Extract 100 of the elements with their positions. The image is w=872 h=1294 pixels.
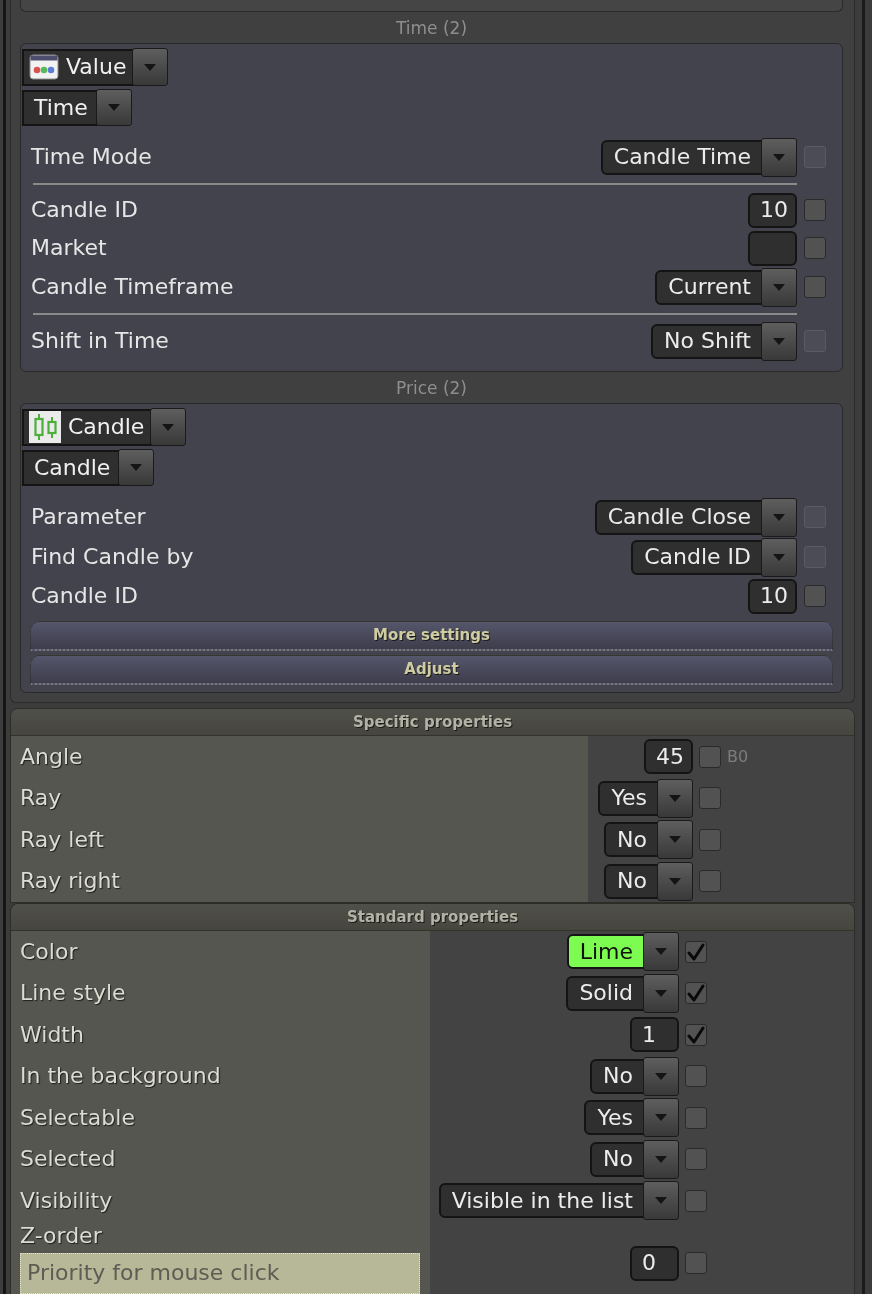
caret-icon (669, 836, 681, 844)
dropdown-button[interactable] (761, 267, 797, 307)
caret-icon (669, 794, 681, 802)
checkbox[interactable] (699, 870, 721, 893)
input-field[interactable] (748, 230, 797, 266)
dropdown-button[interactable] (643, 1056, 679, 1096)
checkbox[interactable] (804, 237, 826, 259)
dropdown-button[interactable] (761, 321, 797, 361)
input-field[interactable]: 45 (644, 739, 693, 775)
caret-icon (655, 1197, 667, 1205)
checkbox[interactable] (685, 982, 707, 1005)
caret-icon (773, 153, 785, 161)
dropdown-button[interactable] (643, 973, 679, 1013)
field-label: Candle Timeframe (31, 273, 234, 301)
dropdown-field[interactable]: Candle (22, 449, 121, 486)
dropdown-field[interactable]: Yes (584, 1100, 645, 1136)
dropdown-button[interactable] (118, 449, 155, 486)
input-field[interactable]: 0 (630, 1245, 679, 1281)
caret-icon (773, 513, 785, 521)
panel-button[interactable]: More settings (30, 621, 833, 651)
checkbox[interactable] (685, 1106, 707, 1129)
dropdown-button[interactable] (643, 932, 679, 972)
dropdown-button[interactable] (761, 537, 797, 577)
dropdown-field[interactable]: Visible in the list (438, 1183, 645, 1219)
field-label: Find Candle by (31, 543, 194, 571)
field-label: Width (20, 1020, 84, 1049)
dropdown-field[interactable]: Lime (566, 934, 645, 970)
dropdown-field[interactable]: No Shift (651, 323, 763, 359)
dropdown-button[interactable] (657, 820, 693, 860)
checkbox[interactable] (699, 745, 721, 768)
section-header: Standard properties (11, 904, 854, 931)
dropdown-field[interactable]: Solid (566, 975, 645, 1011)
input-field[interactable]: 10 (748, 578, 797, 614)
dropdown-field[interactable]: No (590, 1141, 645, 1177)
checkbox[interactable] (685, 1023, 707, 1046)
field-label: Angle (20, 742, 83, 771)
candlestick-icon (29, 411, 61, 443)
dropdown-button[interactable] (643, 1139, 679, 1179)
caret-icon (130, 464, 143, 471)
dropdown-field[interactable]: Candle (22, 408, 153, 446)
field-label: Shift in Time (31, 327, 169, 355)
dropdown-button[interactable] (657, 778, 693, 818)
section-header: Specific properties (11, 709, 854, 736)
caret-icon (655, 989, 667, 997)
field-label: Parameter (31, 503, 146, 531)
checkbox[interactable] (685, 1252, 707, 1274)
dropdown-button[interactable] (761, 497, 797, 537)
field-label: Line style (20, 979, 126, 1008)
dropdown-field[interactable]: No (604, 822, 659, 858)
field-label: In the background (20, 1062, 221, 1091)
checkbox[interactable] (804, 585, 826, 607)
dropdown-button[interactable] (132, 48, 169, 86)
field-label: Market (31, 234, 107, 262)
dropdown-button[interactable] (643, 1098, 679, 1138)
dropdown-field[interactable]: No (590, 1058, 645, 1094)
field-label: Color (20, 937, 78, 966)
check-icon (687, 942, 705, 961)
input-field[interactable]: 1 (630, 1017, 679, 1053)
field-label: Ray (20, 784, 62, 813)
caret-icon (162, 423, 175, 431)
caret-icon (655, 1155, 667, 1163)
caret-icon (669, 877, 681, 885)
field-label: Ray left (20, 825, 104, 854)
panel-button[interactable]: Adjust (30, 655, 833, 685)
hint-box: Priority for mouse click (20, 1252, 420, 1294)
caret-icon (655, 1072, 667, 1080)
checkbox[interactable] (685, 1189, 707, 1212)
checkbox[interactable] (804, 276, 826, 298)
dropdown-field[interactable]: Candle ID (631, 539, 763, 575)
dropdown-field[interactable]: Value (22, 48, 135, 86)
dropdown-field[interactable]: Candle Time (600, 139, 763, 175)
caret-icon (773, 553, 785, 561)
field-label: Selected (20, 1145, 116, 1174)
dropdown-button[interactable] (761, 137, 797, 177)
input-field[interactable]: 10 (748, 192, 797, 228)
dropdown-field[interactable]: No (604, 863, 659, 899)
dropdown-field[interactable]: Candle Close (594, 499, 763, 535)
check-icon (687, 1025, 705, 1044)
dropdown-field[interactable]: Yes (598, 780, 659, 816)
caret-icon (655, 948, 667, 956)
unit-label: B0 (727, 746, 749, 767)
checkbox[interactable] (804, 199, 826, 221)
dropdown-button[interactable] (95, 89, 132, 126)
dropdown-field[interactable]: Current (655, 269, 763, 305)
field-label: Ray right (20, 867, 120, 896)
checkbox[interactable] (685, 1065, 707, 1088)
field-label: Candle ID (31, 196, 138, 224)
caret-icon (144, 63, 157, 71)
field-label: Z-order (20, 1221, 102, 1250)
field-label: Selectable (20, 1103, 135, 1132)
checkbox[interactable] (685, 1148, 707, 1171)
caret-icon (655, 1114, 667, 1122)
dropdown-button[interactable] (150, 408, 187, 446)
dropdown-button[interactable] (643, 1181, 679, 1221)
checkbox[interactable] (699, 828, 721, 851)
dropdown-button[interactable] (657, 861, 693, 901)
field-label: Candle ID (31, 582, 138, 610)
checkbox[interactable] (685, 940, 707, 963)
dropdown-field[interactable]: Time (22, 89, 98, 126)
checkbox[interactable] (699, 787, 721, 810)
